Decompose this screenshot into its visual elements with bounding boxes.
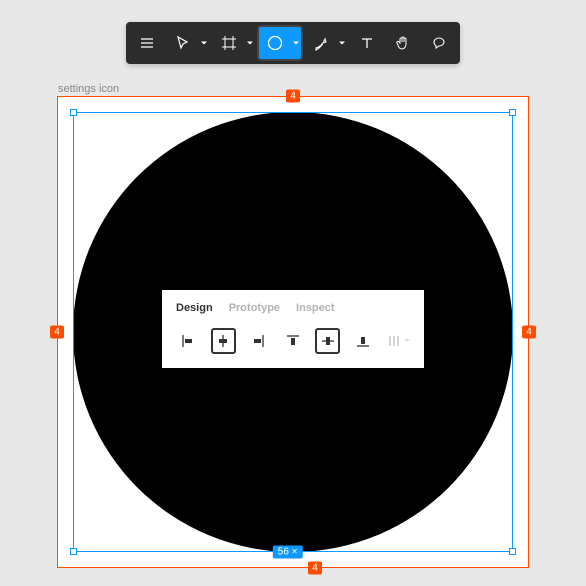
resize-handle-tr[interactable] [509,109,516,116]
align-bottom-button[interactable] [350,328,375,354]
tab-inspect[interactable]: Inspect [296,302,335,314]
frame-tool[interactable] [212,26,256,60]
pen-tool[interactable] [304,26,348,60]
align-right-button[interactable] [246,328,271,354]
spacing-badge-left: 4 [50,326,64,339]
spacing-badge-right: 4 [522,326,536,339]
align-hcenter-button[interactable] [211,328,236,354]
tab-prototype[interactable]: Prototype [229,302,280,314]
menu-button[interactable] [130,26,164,60]
selection-size-badge: 56 × [273,546,303,559]
align-vcenter-button[interactable] [315,328,340,354]
panel-tabs: Design Prototype Inspect [176,302,410,314]
main-toolbar [126,22,460,64]
chevron-down-icon [339,42,345,45]
comment-tool[interactable] [422,26,456,60]
resize-handle-br[interactable] [509,548,516,555]
shape-tool[interactable] [258,26,302,60]
resize-handle-tl[interactable] [70,109,77,116]
resize-handle-bl[interactable] [70,548,77,555]
properties-panel: Design Prototype Inspect [162,290,424,368]
align-top-button[interactable] [281,328,306,354]
tab-design[interactable]: Design [176,302,213,314]
move-tool[interactable] [166,26,210,60]
tidy-up-button[interactable] [385,328,410,354]
layer-label[interactable]: settings icon [58,83,119,95]
align-left-button[interactable] [176,328,201,354]
text-tool[interactable] [350,26,384,60]
hand-tool[interactable] [386,26,420,60]
spacing-badge-bottom: 4 [308,562,322,575]
chevron-down-icon [293,42,299,45]
chevron-down-icon [201,42,207,45]
chevron-down-icon [247,42,253,45]
chevron-down-icon [402,332,410,350]
alignment-controls [176,328,410,354]
spacing-badge-top: 4 [286,90,300,103]
